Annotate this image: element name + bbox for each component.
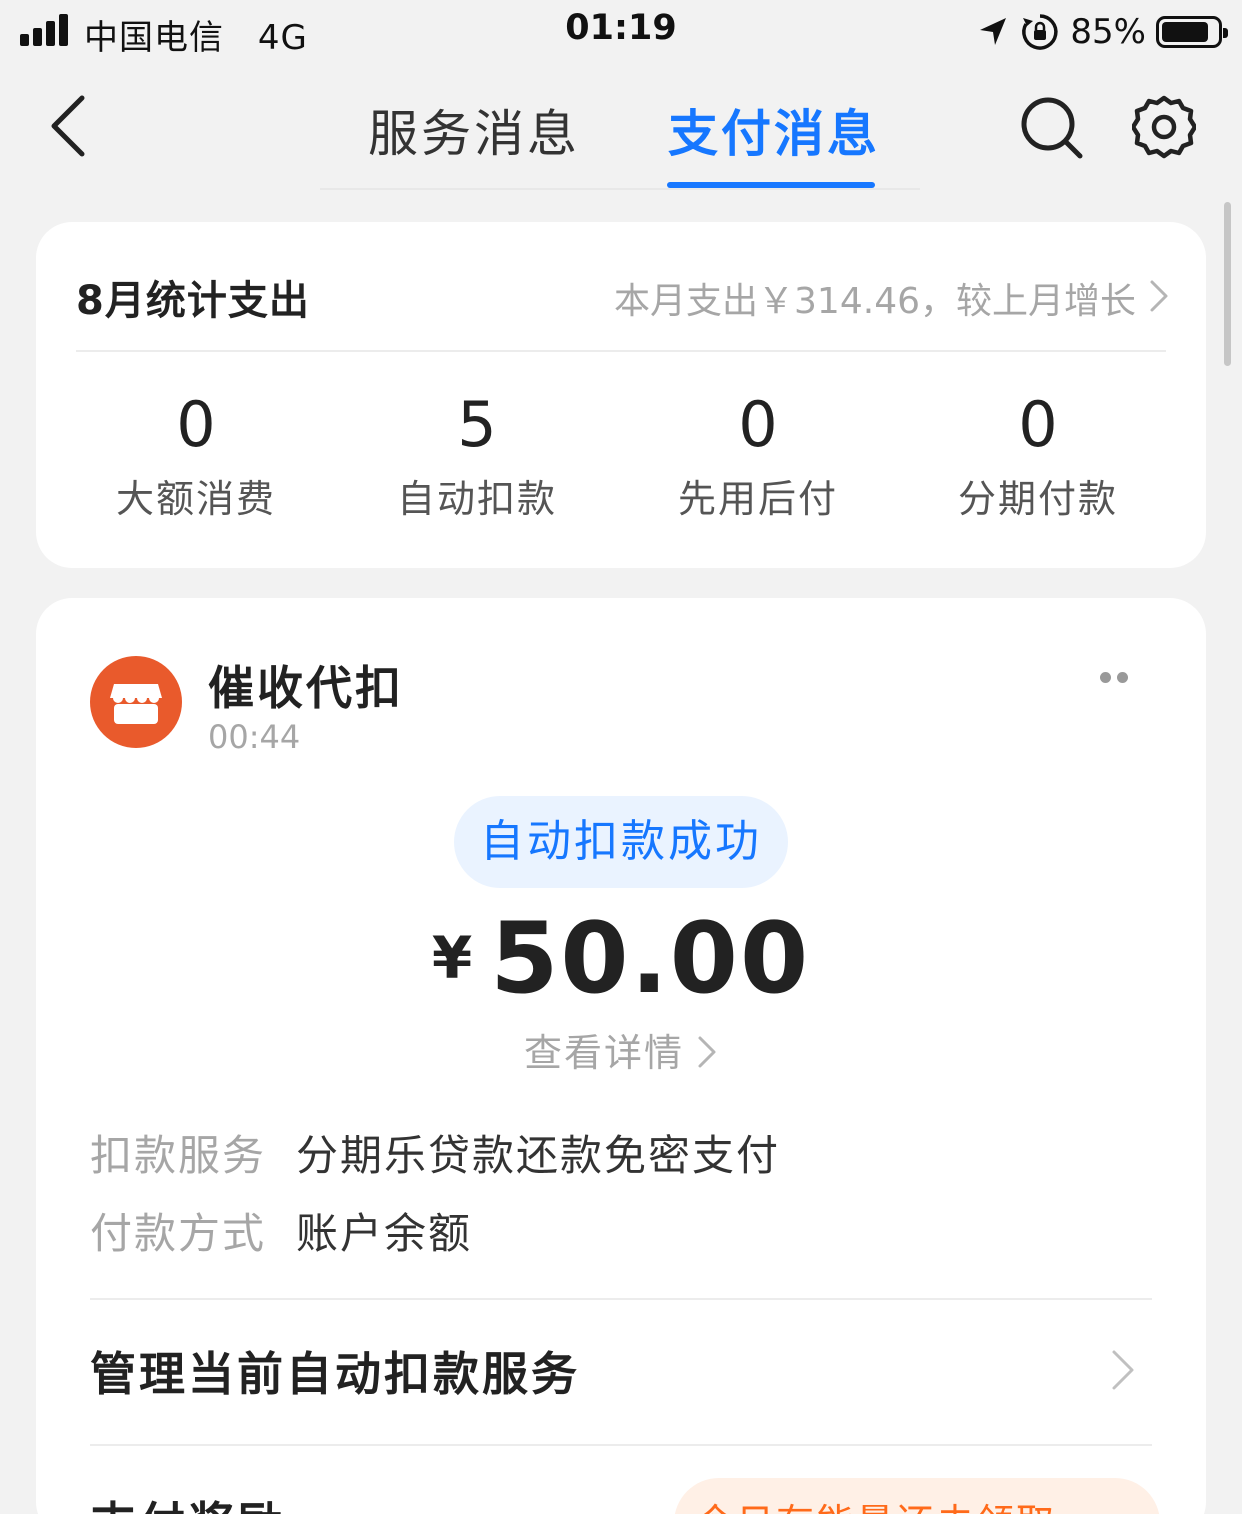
tab-divider: [320, 188, 920, 190]
tab-service-messages[interactable]: 服务消息: [368, 94, 580, 166]
merchant-name: 催收代扣: [208, 661, 404, 715]
manage-auto-debit-label: 管理当前自动扣款服务: [90, 1347, 580, 1401]
view-details-label: 查看详情: [523, 1031, 684, 1075]
stat-buy-now-pay-later[interactable]: 0 先用后付: [638, 388, 878, 523]
stats-divider: [76, 350, 1166, 352]
stat-value: 0: [738, 388, 778, 461]
stat-value: 5: [457, 388, 497, 461]
merchant-avatar: [90, 656, 182, 748]
status-badge: 自动扣款成功: [454, 796, 788, 888]
stat-value: 0: [176, 388, 216, 461]
stat-label: 大额消费: [115, 477, 276, 521]
message-time: 00:44: [208, 718, 301, 756]
stats-summary[interactable]: 本月支出￥314.46，较上月增长: [614, 272, 1136, 324]
reward-claim-label: 今日有能量还未领取: [696, 1501, 1056, 1514]
payment-message-card: 催收代扣 00:44 自动扣款成功 ¥50.00 查看详情 扣款服务 分期乐贷款还…: [36, 598, 1206, 1514]
orientation-lock-icon: [1022, 14, 1059, 50]
more-options-icon[interactable]: [1098, 670, 1130, 686]
row-divider: [90, 1298, 1152, 1300]
back-arrow-icon[interactable]: [44, 94, 94, 158]
view-details-link[interactable]: 查看详情: [36, 1022, 1206, 1077]
row-divider: [90, 1444, 1152, 1446]
payment-messages-screen: 中国电信 4G 01:19 85% 服务消息 支付消息 8月统计支出 本月支出￥…: [0, 0, 1242, 1514]
info-row-payment-method: 付款方式 账户余额: [90, 1200, 472, 1261]
tab-payment-messages[interactable]: 支付消息: [668, 94, 880, 166]
info-row-debit-service: 扣款服务 分期乐贷款还款免密支付: [90, 1122, 780, 1183]
status-bar-right: 85%: [976, 10, 1228, 54]
info-value: 分期乐贷款还款免密支付: [296, 1131, 781, 1180]
manage-auto-debit-row[interactable]: 管理当前自动扣款服务: [90, 1338, 1152, 1408]
search-icon[interactable]: [1018, 94, 1084, 160]
stat-label: 先用后付: [677, 477, 838, 521]
stat-large-spending[interactable]: 0 大额消费: [76, 388, 316, 523]
gear-icon[interactable]: [1132, 94, 1196, 160]
monthly-stats-card[interactable]: 8月统计支出 本月支出￥314.46，较上月增长 0 大额消费 5 自动扣款 0…: [36, 222, 1206, 568]
chevron-right-icon: [1112, 1350, 1134, 1390]
stat-label: 分期付款: [957, 477, 1118, 521]
currency-symbol: ¥: [431, 924, 473, 992]
active-tab-indicator: [667, 182, 875, 188]
stat-auto-debit[interactable]: 5 自动扣款: [357, 388, 597, 523]
stats-title: 8月统计支出: [76, 278, 310, 324]
stat-value: 0: [1018, 388, 1058, 461]
amount-value: 50.00: [490, 902, 811, 1016]
stat-label: 自动扣款: [396, 477, 557, 521]
nav-header: 服务消息 支付消息: [0, 64, 1242, 190]
stat-installments[interactable]: 0 分期付款: [918, 388, 1158, 523]
status-bar: 中国电信 4G 01:19 85%: [0, 0, 1242, 64]
chevron-right-icon: [698, 1036, 716, 1068]
info-value: 账户余额: [296, 1209, 473, 1258]
payment-reward-label: 支付奖励: [90, 1488, 286, 1514]
scrollbar[interactable]: [1224, 202, 1231, 366]
chevron-right-icon[interactable]: [1148, 278, 1170, 314]
info-label: 扣款服务: [90, 1131, 267, 1180]
info-label: 付款方式: [90, 1209, 267, 1258]
battery-icon: [1156, 16, 1228, 48]
store-icon: [110, 684, 162, 724]
battery-percent: 85%: [1070, 12, 1146, 52]
reward-claim-button[interactable]: 今日有能量还未领取: [674, 1478, 1160, 1514]
amount-display: ¥50.00: [36, 902, 1206, 1016]
location-arrow-icon: [980, 18, 1007, 45]
